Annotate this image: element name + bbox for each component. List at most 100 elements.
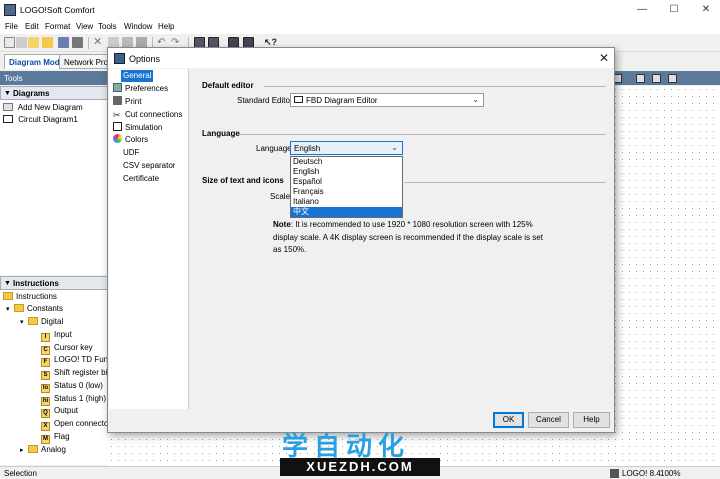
expand-icon[interactable]: ▸ <box>20 445 28 457</box>
new-file-icon[interactable] <box>4 37 15 48</box>
standard-editor-value: FBD Diagram Editor <box>306 96 378 105</box>
add-diagram-icon <box>3 103 13 111</box>
tree-item-label: Shift register bit <box>54 368 110 377</box>
menu-format[interactable]: Format <box>45 22 70 31</box>
menu-edit[interactable]: Edit <box>25 22 39 31</box>
status-selection: Selection <box>4 469 37 478</box>
language-option-espanol[interactable]: Español <box>291 177 402 187</box>
tree-item-td-function[interactable]: F LOGO! TD Functi <box>41 354 116 367</box>
scale-note: Note: It is recommended to use 1920 * 10… <box>273 219 553 257</box>
tree-item-status-high[interactable]: hi Status 1 (high) <box>41 393 107 406</box>
nav-label: Cut connections <box>125 110 183 119</box>
section-divider <box>404 182 606 183</box>
cut-icon[interactable]: ✕ <box>93 37 104 48</box>
help-button[interactable]: Help <box>573 412 610 428</box>
menu-bar: File Edit Format View Tools Window Help <box>0 20 720 34</box>
menu-tools[interactable]: Tools <box>98 22 117 31</box>
language-option-english[interactable]: English <box>291 167 402 177</box>
language-option-deutsch[interactable]: Deutsch <box>291 157 402 167</box>
nav-label: Colors <box>125 135 149 144</box>
app-logo-icon <box>4 4 16 16</box>
nav-item-csv-separator[interactable]: CSV separator <box>121 160 177 172</box>
download-icon[interactable] <box>16 37 27 48</box>
ok-button[interactable]: OK <box>493 412 524 428</box>
save-icon[interactable] <box>58 37 69 48</box>
nav-item-udf[interactable]: UDF <box>121 147 141 159</box>
status-low-block-icon: lo <box>41 384 50 393</box>
tree-item-label: Input <box>54 330 72 339</box>
preferences-icon <box>113 83 122 92</box>
instructions-panel-header[interactable]: ▼ Instructions <box>0 276 108 290</box>
folder-icon <box>3 292 13 300</box>
maximize-button[interactable]: ☐ <box>664 2 684 18</box>
scale-label: Scale <box>270 192 291 201</box>
tree-item-open-connector[interactable]: X Open connector <box>41 418 111 431</box>
tree-node-instructions[interactable]: Instructions <box>3 291 57 303</box>
nav-item-print[interactable]: Print <box>111 96 143 108</box>
collapse-icon[interactable]: ▾ <box>6 304 14 316</box>
watermark-site: XUEZDH.COM <box>280 458 440 476</box>
language-option-francais[interactable]: Français <box>291 187 402 197</box>
simulation-icon <box>113 122 122 131</box>
section-divider <box>238 134 606 135</box>
nav-item-simulation[interactable]: Simulation <box>111 122 164 134</box>
tools-panel-header: Tools <box>0 71 108 85</box>
tree-item-label: Cursor key <box>54 343 93 352</box>
tree-item-cursor-key[interactable]: C Cursor key <box>41 342 93 355</box>
add-new-diagram-item[interactable]: Add New Diagram <box>3 102 83 114</box>
tree-item-shift-register-bit[interactable]: S Shift register bit <box>41 367 110 380</box>
tree-node-analog[interactable]: ▸ Analog <box>20 444 66 456</box>
note-bold: Note <box>273 220 291 229</box>
chevron-down-icon: ▼ <box>4 90 11 97</box>
menu-help[interactable]: Help <box>158 22 174 31</box>
diagrams-header-label: Diagrams <box>13 89 50 98</box>
tree-item-status-low[interactable]: lo Status 0 (low) <box>41 380 103 393</box>
tree-item-label: Open connector <box>54 419 111 428</box>
diagrams-panel-header[interactable]: ▼ Diagrams <box>0 86 108 100</box>
collapse-icon[interactable]: ▾ <box>20 317 28 329</box>
align-bottom-icon[interactable] <box>652 74 661 83</box>
open-folder-icon[interactable] <box>42 37 53 48</box>
menu-file[interactable]: File <box>5 22 18 31</box>
nav-label: Print <box>125 97 142 106</box>
nav-item-preferences[interactable]: Preferences <box>111 83 170 95</box>
section-default-editor: Default editor <box>202 81 254 90</box>
dialog-close-button[interactable]: ✕ <box>596 50 612 66</box>
nav-item-colors[interactable]: Colors <box>111 134 150 146</box>
align-center-icon[interactable] <box>668 74 677 83</box>
nav-label: Preferences <box>125 84 169 93</box>
tree-node-digital[interactable]: ▾ Digital <box>20 316 63 328</box>
align-top-icon[interactable] <box>636 74 645 83</box>
tree-item-output[interactable]: Q Output <box>41 405 78 418</box>
device-icon <box>610 469 619 478</box>
minimize-button[interactable]: — <box>632 2 652 18</box>
menu-view[interactable]: View <box>76 22 93 31</box>
new-folder-icon[interactable] <box>28 37 39 48</box>
tree-item-flag[interactable]: M Flag <box>41 431 70 444</box>
language-option-chinese[interactable]: 中文 <box>291 207 402 217</box>
standard-editor-select[interactable]: FBD Diagram Editor ⌄ <box>290 93 484 107</box>
tree-node-constants[interactable]: ▾ Constants <box>6 303 63 315</box>
window-title: LOGO!Soft Comfort <box>20 5 95 15</box>
tree-item-input[interactable]: I Input <box>41 329 72 342</box>
tree-node-label: Instructions <box>16 292 57 301</box>
nav-item-certificate[interactable]: Certificate <box>121 173 161 185</box>
input-block-icon: I <box>41 333 50 342</box>
tree-item-label: Status 1 (high) <box>54 394 107 403</box>
menu-window[interactable]: Window <box>124 22 152 31</box>
language-select[interactable]: English ⌄ <box>290 141 403 155</box>
chevron-down-icon: ⌄ <box>472 95 479 104</box>
section-language: Language <box>202 129 240 138</box>
language-option-italiano[interactable]: Italiano <box>291 197 402 207</box>
dialog-title-bar: Options ✕ <box>108 48 614 68</box>
close-button[interactable]: ✕ <box>696 2 716 18</box>
cancel-button[interactable]: Cancel <box>528 412 569 428</box>
print-icon <box>113 96 122 105</box>
nav-item-general[interactable]: General <box>121 70 154 82</box>
print-icon[interactable] <box>72 37 83 48</box>
circuit-diagram-item[interactable]: Circuit Diagram1 <box>3 114 78 126</box>
flag-block-icon: M <box>41 435 50 444</box>
tree-node-label: Analog <box>41 445 66 454</box>
section-divider <box>264 86 606 87</box>
nav-item-cut-connections[interactable]: ✂ Cut connections <box>111 109 184 121</box>
